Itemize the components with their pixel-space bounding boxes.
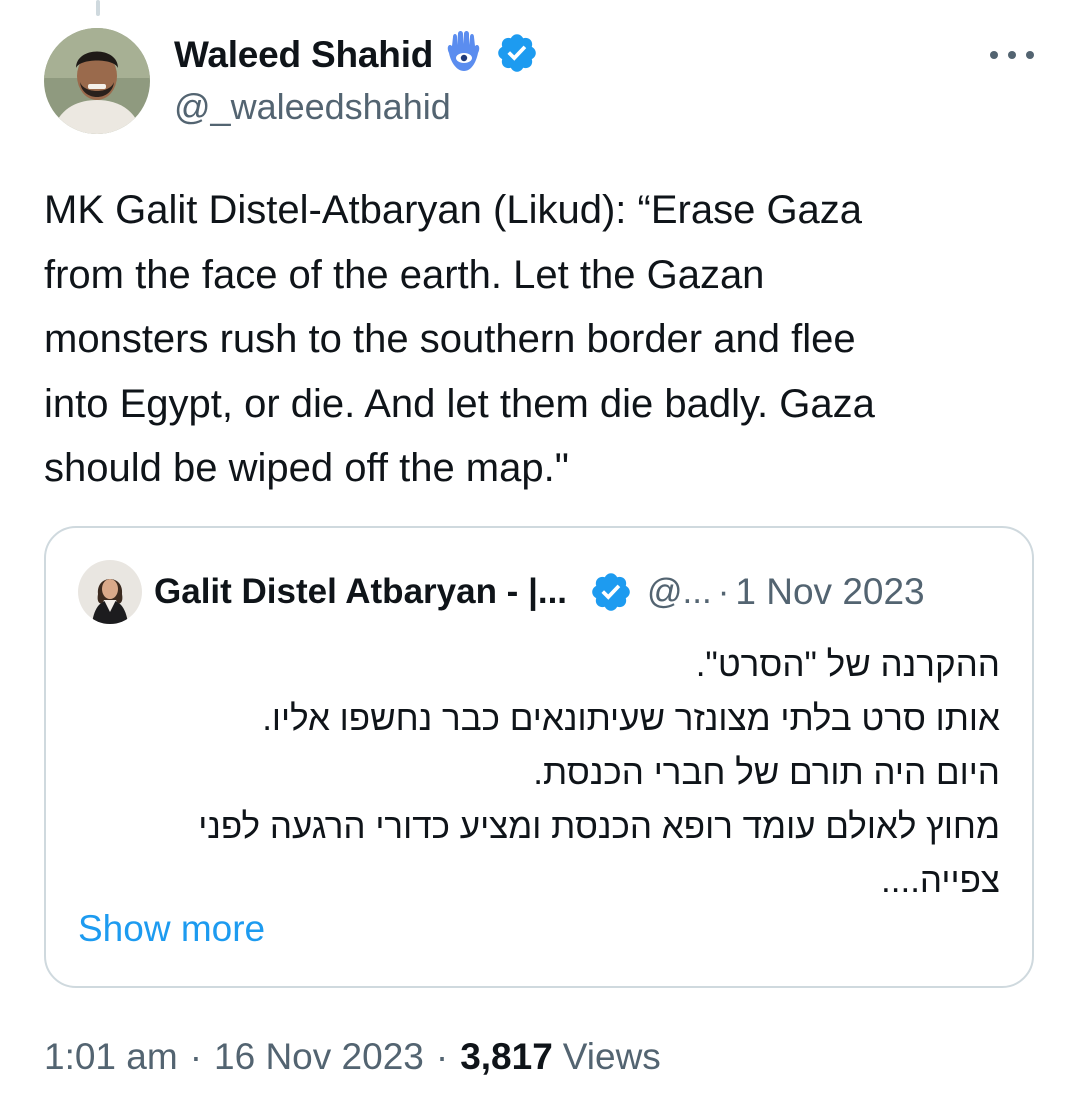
- tweet-date[interactable]: 16 Nov 2023: [214, 1036, 424, 1078]
- author-name-row[interactable]: Waleed Shahid: [174, 30, 539, 80]
- views-count: 3,817: [460, 1036, 553, 1077]
- quoted-author-name[interactable]: Galit Distel Atbaryan - |...: [154, 572, 567, 612]
- quoted-header-separator: ·: [717, 572, 730, 611]
- tweet-metadata: 1:01 am · 16 Nov 2023 · 3,817 Views: [44, 1032, 661, 1082]
- author-display-name[interactable]: Waleed Shahid: [174, 34, 433, 76]
- quoted-tweet-card[interactable]: Galit Distel Atbaryan - |... @... · 1 No…: [44, 526, 1034, 988]
- quoted-author-avatar[interactable]: [78, 560, 142, 624]
- quoted-tweet-header: Galit Distel Atbaryan - |... @... · 1 No…: [154, 566, 1002, 618]
- verified-badge-icon[interactable]: [589, 570, 633, 614]
- verified-badge-icon[interactable]: [495, 31, 539, 80]
- more-options-icon[interactable]: [990, 40, 1034, 70]
- meta-separator: ·: [435, 1036, 449, 1077]
- quoted-author-handle[interactable]: @...: [647, 572, 712, 612]
- hamsa-icon: [443, 30, 485, 80]
- tweet-time[interactable]: 1:01 am: [44, 1036, 178, 1078]
- show-more-link[interactable]: Show more: [78, 908, 265, 950]
- author-handle[interactable]: @_waleedshahid: [174, 86, 451, 128]
- thread-connector-line: [96, 0, 100, 16]
- tweet-text: MK Galit Distel-Atbaryan (Likud): “Erase…: [44, 188, 875, 490]
- quoted-tweet-date[interactable]: 1 Nov 2023: [735, 571, 924, 613]
- meta-separator: ·: [189, 1036, 203, 1077]
- author-avatar[interactable]: [44, 28, 150, 134]
- quoted-tweet-text: ההקרנה של "הסרט". אותו סרט בלתי מצונזר ש…: [198, 645, 1000, 900]
- views-label: Views: [562, 1036, 661, 1077]
